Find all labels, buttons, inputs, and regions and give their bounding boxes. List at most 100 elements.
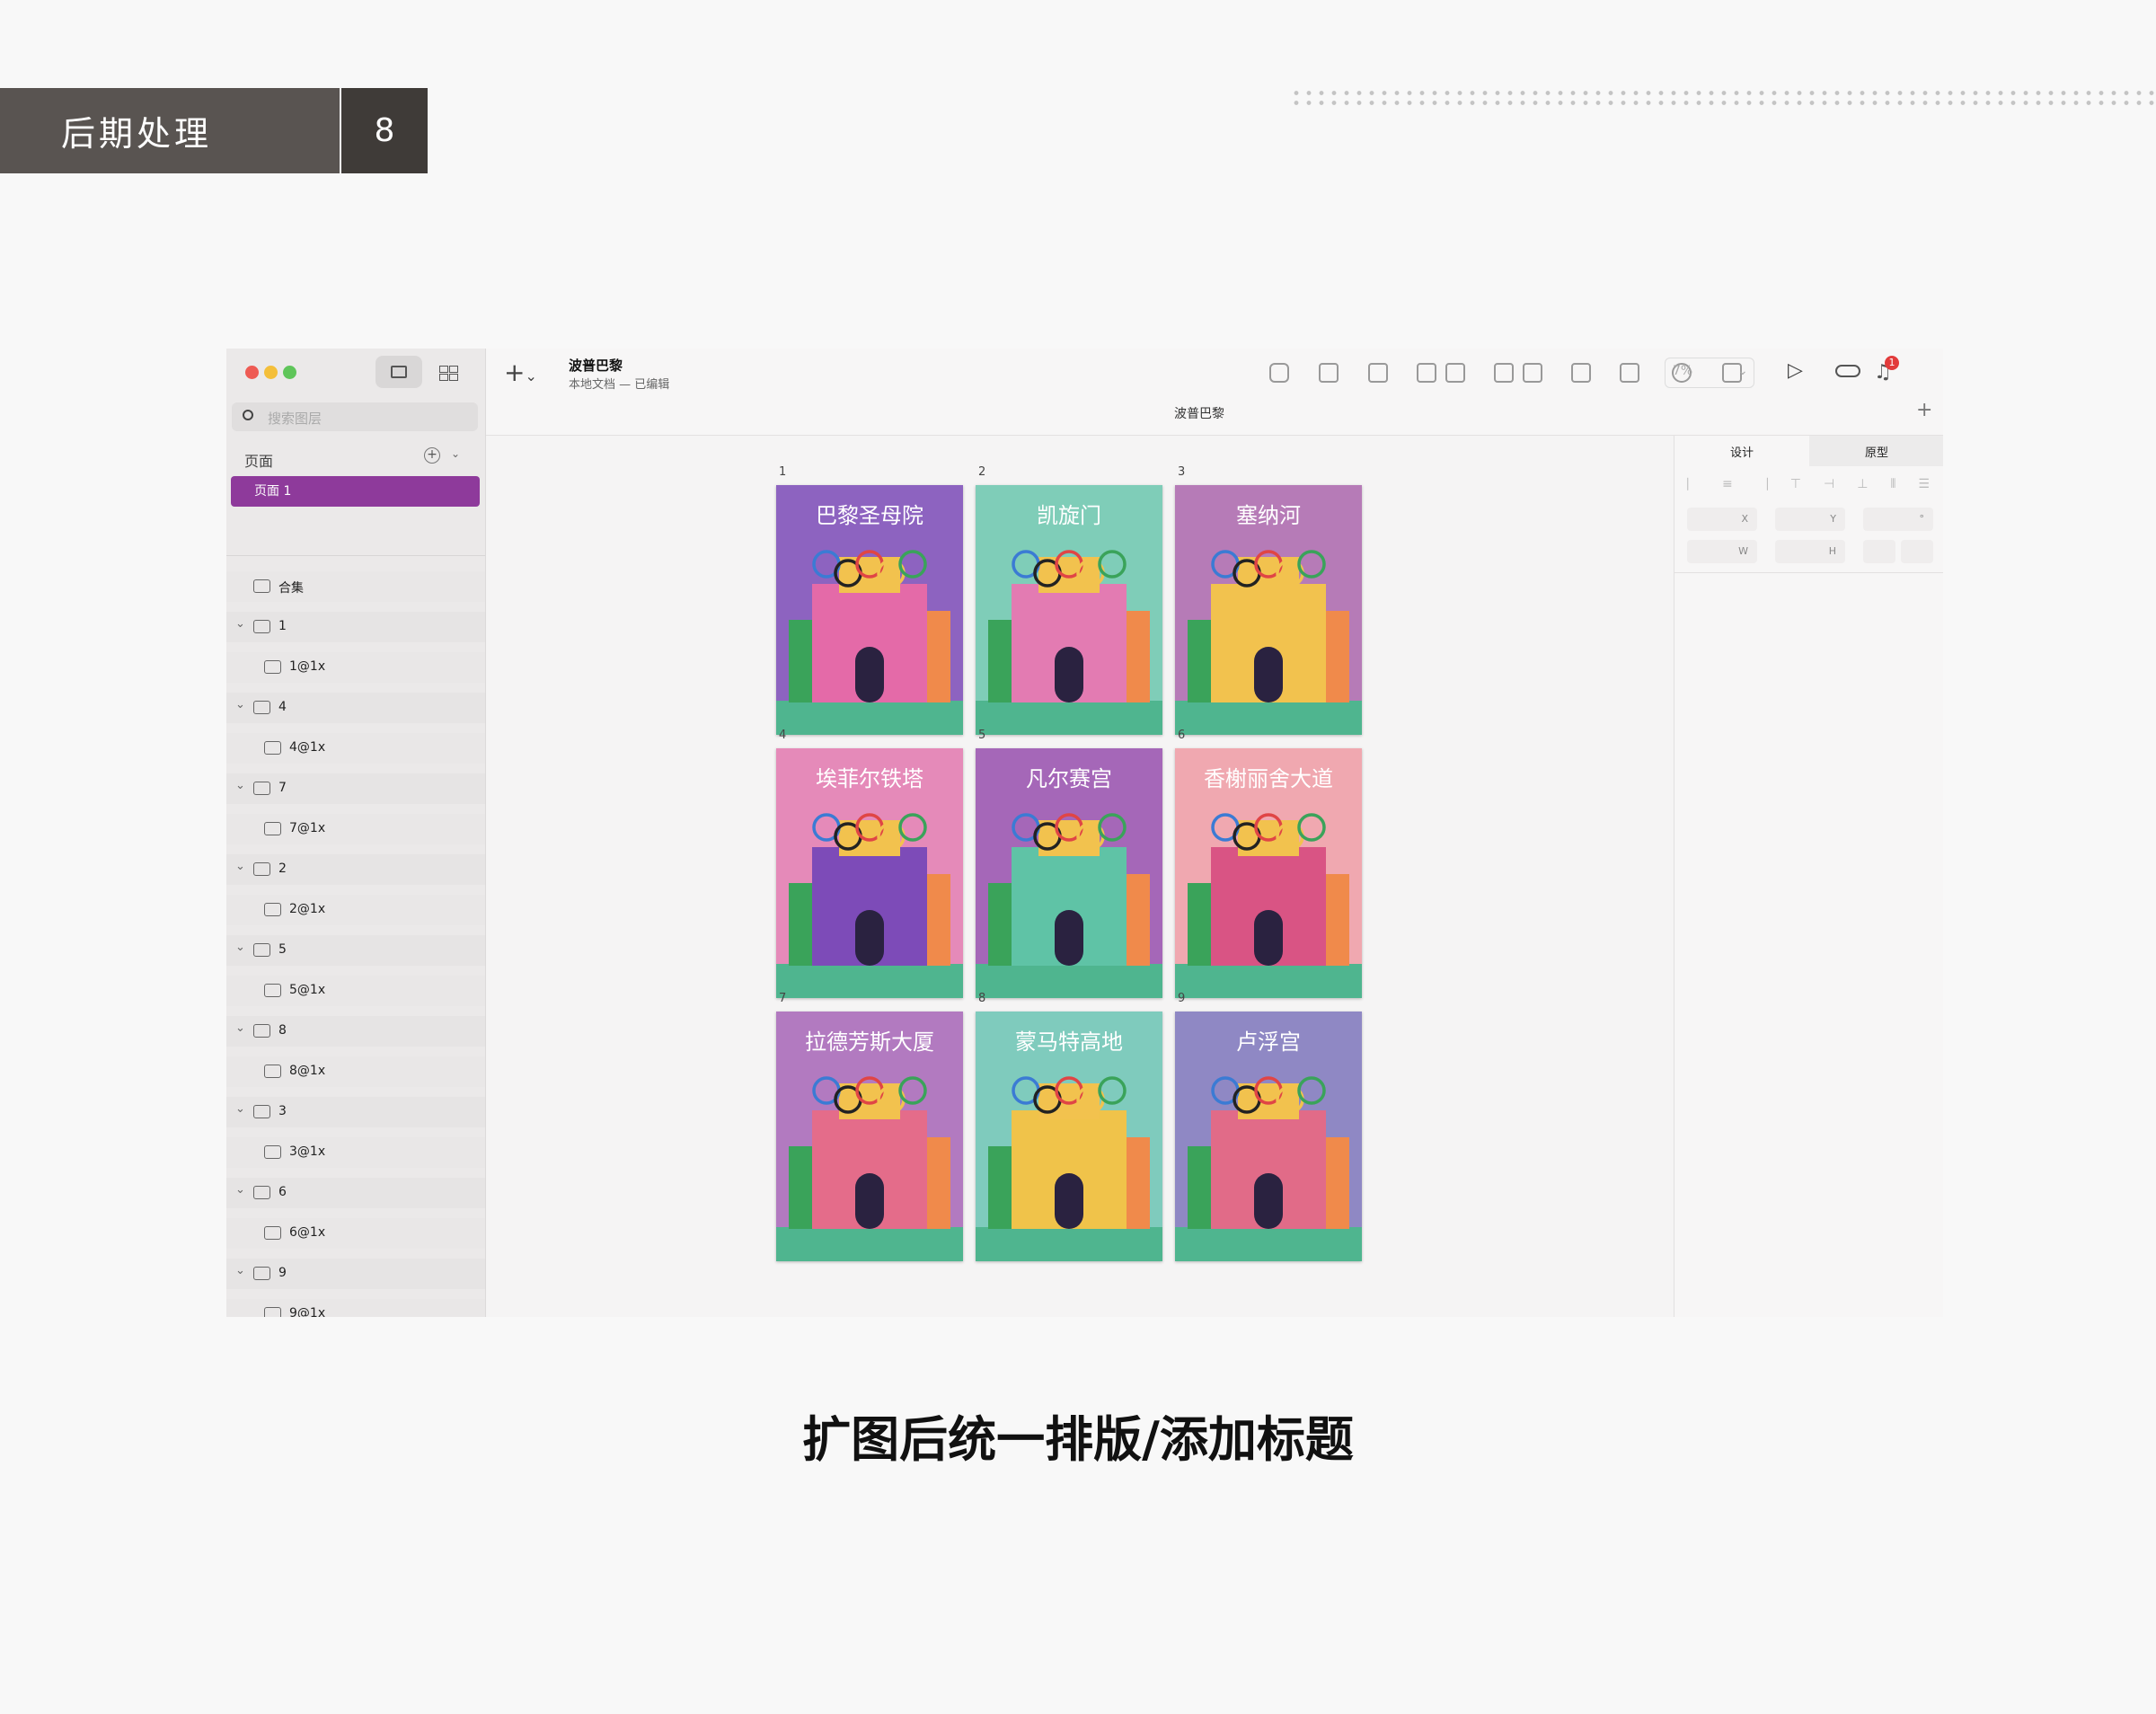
poster-tree — [1188, 620, 1211, 702]
artboard-poster[interactable]: 蒙马特高地 — [976, 1012, 1162, 1261]
layer-group-row[interactable]: ⌄ 3 — [226, 1097, 485, 1127]
poster-tree — [789, 1146, 812, 1229]
chevron-down-icon[interactable]: ⌄ — [235, 617, 245, 631]
lock-ratio-icon[interactable] — [1863, 540, 1895, 563]
poster-title: 凯旋门 — [1037, 503, 1101, 528]
poster-title: 巴黎圣母院 — [816, 503, 923, 528]
page-item-1[interactable]: 页面 1 — [231, 476, 480, 507]
olympic-ring — [1098, 550, 1127, 579]
layer-group-row[interactable]: ⌄ 6 — [226, 1178, 485, 1208]
zoom-value: 7% — [1673, 364, 1693, 378]
layer-group-row[interactable]: ⌄ 7 — [226, 773, 485, 804]
layer-image-row[interactable]: 1@1x — [226, 652, 485, 683]
intersect-icon[interactable] — [1494, 363, 1514, 383]
layer-search-input[interactable]: 搜索图层 — [232, 402, 478, 431]
layer-image-row[interactable]: 9@1x — [226, 1299, 485, 1317]
artboard-number: 9 — [1178, 992, 1186, 1005]
layer-image-row[interactable]: 6@1x — [226, 1218, 485, 1249]
layer-label: 9 — [278, 1266, 287, 1280]
align-icon[interactable] — [1319, 363, 1339, 383]
layer-group-row[interactable]: ⌄ 9 — [226, 1259, 485, 1289]
symbol-icon[interactable] — [1269, 363, 1289, 383]
layer-label: 8 — [278, 1023, 287, 1038]
artboard-poster[interactable]: 香榭丽舍大道 — [1175, 748, 1362, 998]
layer-label: 9@1x — [289, 1306, 326, 1317]
chevron-down-icon[interactable]: ⌄ — [235, 1021, 245, 1035]
layer-image-row[interactable]: 3@1x — [226, 1137, 485, 1168]
w-field-label: W — [1738, 545, 1748, 557]
scale-icon[interactable] — [1620, 363, 1639, 383]
single-view-icon[interactable] — [376, 356, 422, 388]
tab-design[interactable]: 设计 — [1674, 436, 1809, 466]
image-icon — [264, 1307, 281, 1317]
mask-icon[interactable] — [1571, 363, 1591, 383]
artboard-number: 6 — [1178, 729, 1186, 742]
tab-prototype[interactable]: 原型 — [1809, 436, 1943, 466]
layer-image-row[interactable]: 5@1x — [226, 976, 485, 1006]
artboard-poster[interactable]: 埃菲尔铁塔 — [776, 748, 963, 998]
layer-group-row[interactable]: ⌄ 1 — [226, 612, 485, 642]
union-icon[interactable] — [1417, 363, 1436, 383]
artboard-icon — [253, 1105, 270, 1118]
alignment-row[interactable]: ⎸ ≡ ⎹ ⊤ ⊣ ⊥ ⫴ ☰ — [1687, 477, 1930, 493]
flip-icon[interactable] — [1901, 540, 1933, 563]
artboard-number: 1 — [779, 465, 787, 479]
w-field[interactable]: W — [1687, 540, 1757, 563]
close-window-button[interactable] — [245, 366, 259, 379]
chevron-down-icon[interactable]: ⌄ — [235, 941, 245, 954]
chevron-down-icon[interactable]: ⌄ — [235, 698, 245, 711]
artboard-poster[interactable]: 巴黎圣母院 — [776, 485, 963, 735]
layer-image-row[interactable]: 2@1x — [226, 895, 485, 925]
chevron-down-icon[interactable]: ⌄ — [235, 1102, 245, 1116]
zoom-select[interactable]: 7% ⌄ — [1665, 358, 1754, 388]
layer-image-row[interactable]: 8@1x — [226, 1056, 485, 1087]
subtract-icon[interactable] — [1445, 363, 1465, 383]
rotation-field[interactable]: ° — [1863, 508, 1933, 531]
poster-title: 埃菲尔铁塔 — [816, 766, 923, 791]
chevron-down-icon[interactable]: ⌄ — [451, 447, 460, 460]
layer-group-row[interactable]: ⌄ 8 — [226, 1016, 485, 1047]
artboard-poster[interactable]: 卢浮宫 — [1175, 1012, 1362, 1261]
layer-label: 3 — [278, 1104, 287, 1118]
distribute-icon[interactable] — [1368, 363, 1388, 383]
layer-image-row[interactable]: 4@1x — [226, 733, 485, 764]
search-icon — [243, 410, 253, 420]
artboard-poster[interactable]: 凯旋门 — [976, 485, 1162, 735]
minimize-window-button[interactable] — [264, 366, 278, 379]
poster-roof — [1038, 1083, 1100, 1119]
layer-group-row[interactable]: ⌄ 4 — [226, 693, 485, 723]
play-icon[interactable]: ▷ — [1788, 359, 1803, 382]
image-icon — [264, 984, 281, 997]
layer-image-row[interactable]: 7@1x — [226, 814, 485, 844]
layer-group-row[interactable]: ⌄ 5 — [226, 935, 485, 966]
add-page-icon[interactable]: + — [424, 447, 440, 464]
artboard-poster[interactable]: 凡尔赛宫 — [976, 748, 1162, 998]
y-field[interactable]: Y — [1775, 508, 1845, 531]
artboard-poster[interactable]: 塞纳河 — [1175, 485, 1362, 735]
chevron-down-icon[interactable]: ⌄ — [235, 1183, 245, 1197]
poster-ground — [976, 1227, 1162, 1261]
layer-group-row[interactable]: ⌄ 2 — [226, 854, 485, 885]
maximize-window-button[interactable] — [283, 366, 296, 379]
olympic-ring — [1297, 813, 1326, 842]
x-field[interactable]: X — [1687, 508, 1757, 531]
chevron-down-icon[interactable]: ⌄ — [235, 779, 245, 792]
cloud-icon[interactable] — [1835, 365, 1860, 377]
layer-label: 4@1x — [289, 740, 326, 755]
add-tab-icon[interactable]: + — [1916, 399, 1932, 421]
top-toolbar: +⌄ 波普巴黎 本地文档 — 已编辑 7% ⌄ ▷ ♫ 1 波普巴黎 + — [486, 349, 1943, 436]
distribute-h-icon: ⫴ — [1890, 477, 1896, 491]
poster-ground — [976, 701, 1162, 735]
poster-roof — [1238, 557, 1299, 593]
poster-tree — [1188, 883, 1211, 966]
document-status: 本地文档 — 已编辑 — [569, 378, 670, 392]
canvas[interactable]: 1 巴黎圣母院 2 凯旋门 3 塞纳河 4 埃菲尔铁塔 5 凡尔赛宫 6 香榭丽舍大道 7 拉德芳斯大厦 8… — [486, 436, 1674, 1317]
insert-plus-icon[interactable]: +⌄ — [504, 358, 537, 387]
h-field[interactable]: H — [1775, 540, 1845, 563]
layer-image-row[interactable]: 合集 — [226, 571, 485, 602]
grid-view-icon[interactable] — [424, 356, 471, 388]
artboard-poster[interactable]: 拉德芳斯大厦 — [776, 1012, 963, 1261]
difference-icon[interactable] — [1523, 363, 1542, 383]
chevron-down-icon[interactable]: ⌄ — [235, 860, 245, 873]
chevron-down-icon[interactable]: ⌄ — [235, 1264, 245, 1277]
